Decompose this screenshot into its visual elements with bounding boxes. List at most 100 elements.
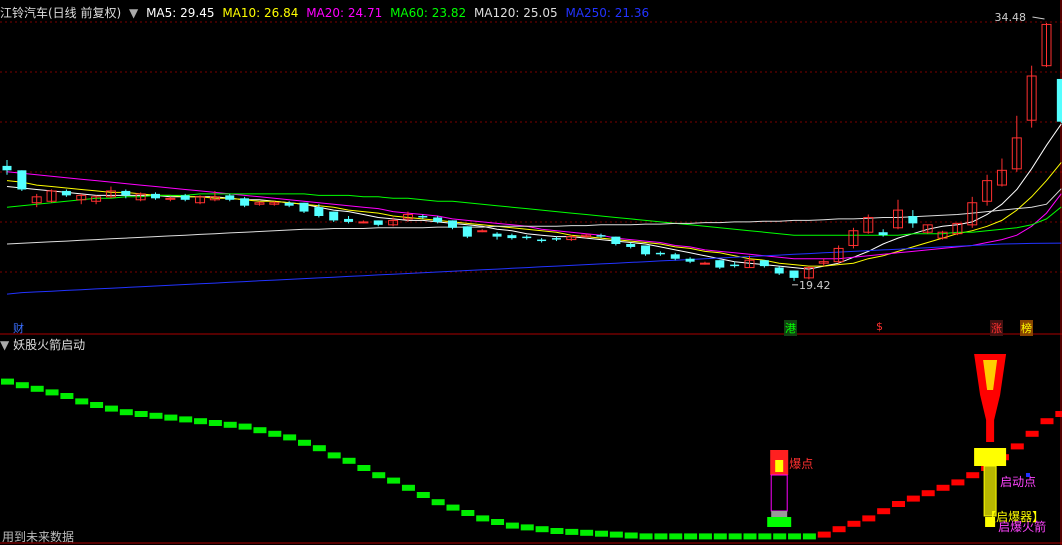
candle-body: [329, 211, 339, 221]
indicator-bar: [1025, 430, 1039, 437]
indicator-bar: [847, 520, 861, 527]
indicator-bar: [892, 501, 905, 507]
indicator-bar: [535, 526, 549, 533]
qibaohuojian-label: 启爆火箭: [998, 519, 1046, 534]
indicator-dropdown-icon[interactable]: ▼: [0, 338, 9, 352]
indicator-bar: [966, 472, 980, 479]
indicator-bar: [862, 515, 876, 522]
candle-body: [507, 235, 517, 239]
candle-body: [314, 207, 324, 216]
indicator-bar: [743, 533, 757, 540]
ma20-label: MA20: 24.71: [306, 6, 383, 20]
ma60-label: MA60: 23.82: [390, 6, 467, 20]
candle-body: [626, 244, 636, 247]
indicator-bar: [387, 477, 401, 484]
rocket-shaft: [983, 465, 997, 517]
candle-body: [715, 260, 725, 268]
qidongdian-label: 启动点: [1000, 475, 1036, 489]
indicator-bar: [327, 452, 341, 459]
indicator-bar: [906, 495, 920, 502]
candle-body: [462, 226, 472, 237]
indicator-bar: [624, 532, 638, 539]
indicator-bar: [164, 414, 178, 421]
candle-body: [551, 238, 561, 240]
ma-line-ma250: [6, 242, 1062, 295]
candle-body: [655, 252, 665, 255]
indicator-bar: [639, 533, 653, 540]
candle-body: [611, 236, 621, 244]
indicator-bar: [580, 529, 594, 536]
ma-line-ma120: [6, 188, 1062, 245]
candle-body: [180, 195, 190, 200]
indicator-bar: [550, 528, 564, 534]
candle-body: [878, 232, 888, 236]
indicator-bar: [936, 484, 950, 491]
ma-line-ma20: [6, 171, 1062, 260]
indicator-bar: [342, 457, 356, 464]
candle-body: [373, 220, 383, 225]
indicator-bar: [1, 378, 14, 385]
candle-body: [685, 258, 695, 262]
indicator-bar: [684, 533, 698, 540]
candle-body: [789, 270, 799, 278]
candle-body: [1056, 78, 1062, 122]
candle-body: [284, 202, 294, 206]
event-tag-zhang[interactable]: 涨: [990, 320, 1003, 336]
candle-body: [2, 165, 12, 171]
candle-body: [774, 267, 784, 274]
indicator-bar: [788, 533, 802, 540]
indicator-bar: [595, 530, 608, 537]
indicator-bar: [60, 393, 74, 399]
high-price-label: 34.48: [995, 11, 1027, 24]
event-tag-cai[interactable]: 财: [12, 320, 25, 336]
indicator-bar: [268, 430, 282, 437]
indicator-bar: [832, 526, 846, 533]
baodian-label: 爆点: [789, 457, 813, 471]
ma5-label: MA5: 29.45: [146, 6, 215, 20]
event-tag-dollar[interactable]: $: [875, 320, 884, 333]
future-data-note: 用到未来数据: [2, 530, 75, 544]
indicator-bar: [90, 402, 104, 408]
settings-dropdown-icon[interactable]: ▼: [129, 6, 138, 20]
indicator-bar: [802, 533, 816, 540]
candle-body: [537, 239, 547, 242]
event-tag-gang[interactable]: 港: [784, 320, 797, 336]
indicator-header: ▼ 妖股火箭启动: [0, 336, 85, 353]
candle-body: [641, 245, 651, 255]
candle-body: [151, 193, 160, 199]
candle-body: [433, 217, 443, 222]
indicator-bar: [298, 439, 311, 446]
indicator-title[interactable]: 妖股火箭启动: [13, 338, 85, 352]
indicator-bar: [713, 533, 727, 540]
ma-line-ma5: [6, 123, 1062, 270]
indicator-bar: [75, 398, 89, 405]
candle-body: [165, 197, 176, 200]
indicator-bar: [505, 522, 519, 529]
candle-body: [358, 221, 369, 224]
indicator-bar: [104, 405, 118, 412]
indicator-bar: [401, 484, 415, 491]
baodian-box: [770, 474, 788, 512]
indicator-bar: [951, 479, 965, 486]
indicator-bar: [15, 382, 29, 389]
indicator-bar: [728, 533, 742, 540]
indicator-bar: [208, 420, 222, 426]
chart-header: 江铃汽车(日线 前复权) ▼ MA5: 29.45 MA10: 26.84 MA…: [0, 4, 653, 20]
indicator-bar: [1010, 443, 1024, 450]
indicator-bar: [877, 508, 891, 515]
candle-body: [522, 236, 532, 239]
indicator-bar: [179, 416, 193, 423]
indicator-bar: [45, 389, 59, 396]
candle-body: [730, 264, 740, 267]
rocket-tail: [986, 420, 995, 442]
indicator-bar: [476, 515, 490, 522]
indicator-bar: [758, 533, 772, 540]
candle-body: [448, 220, 457, 228]
event-tag-bang[interactable]: 榜: [1020, 320, 1033, 336]
baodian-core: [775, 460, 784, 472]
indicator-bar: [30, 385, 44, 392]
stock-title[interactable]: 江铃汽车(日线 前复权): [0, 6, 121, 20]
indicator-bar: [194, 418, 208, 425]
candle-body: [670, 254, 680, 259]
indicator-bar: [1040, 418, 1054, 425]
